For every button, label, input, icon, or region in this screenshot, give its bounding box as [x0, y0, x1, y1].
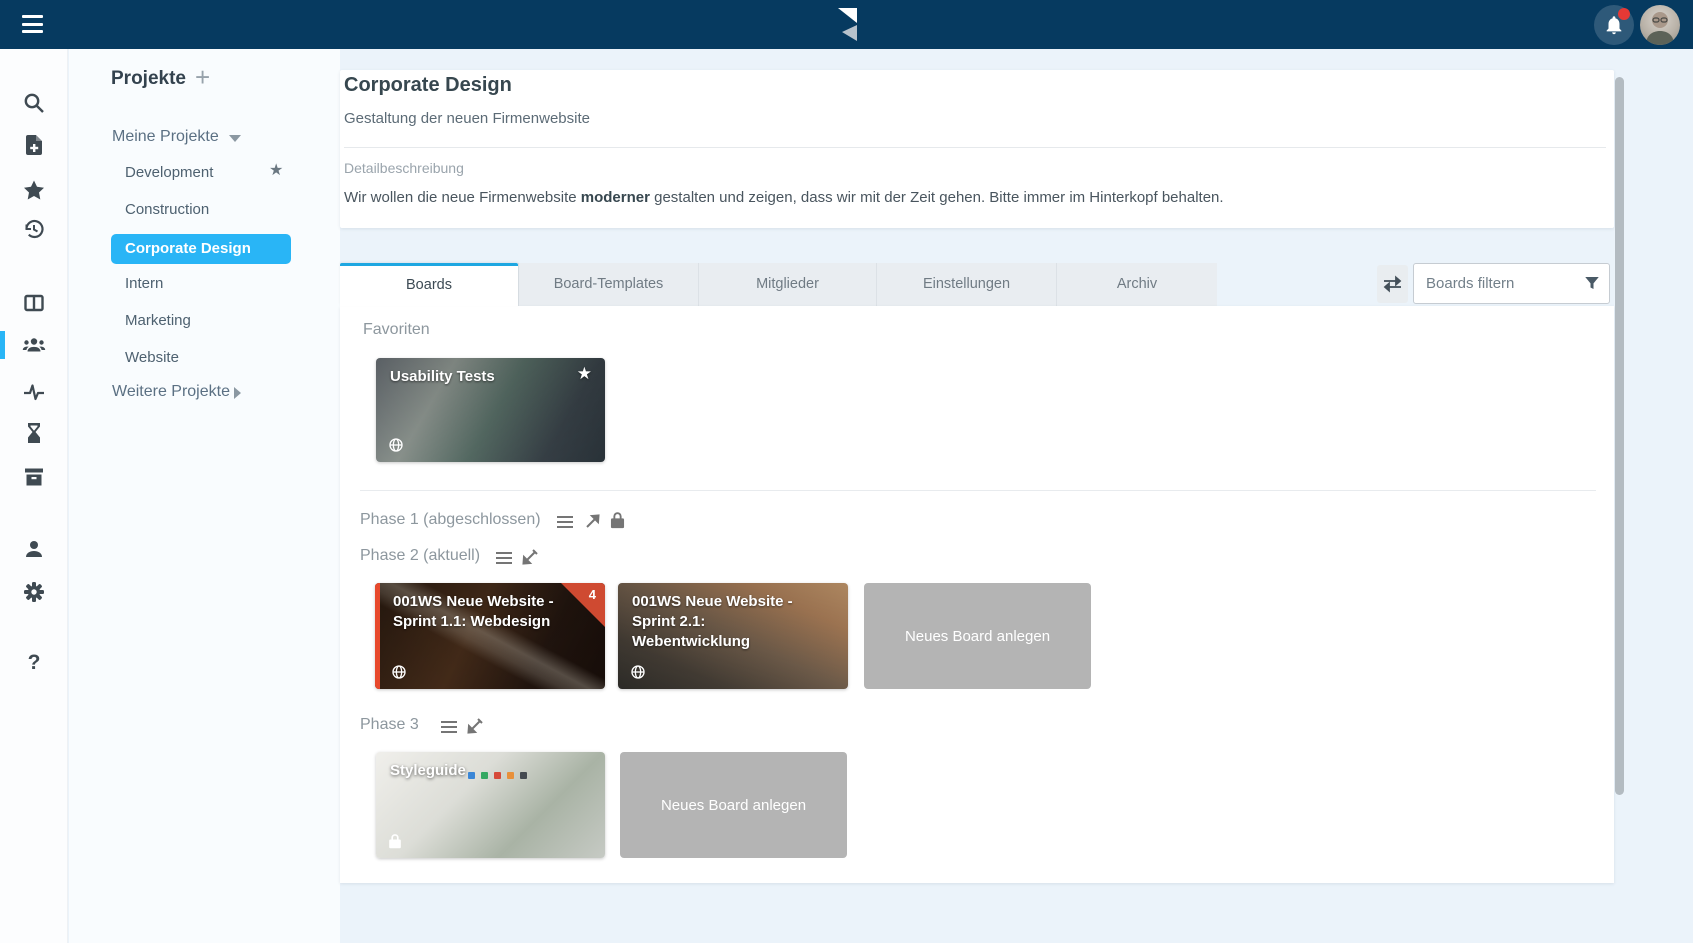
page-title: Corporate Design [344, 74, 512, 97]
tab-einstellungen[interactable]: Einstellungen [876, 263, 1056, 306]
tune-icon [1383, 275, 1402, 293]
chevron-right-icon [234, 387, 241, 399]
page-subtitle: Gestaltung der neuen Firmenwebsite [344, 110, 590, 127]
add-project-button[interactable]: + [195, 64, 210, 90]
sidebar-item-website[interactable]: Website [125, 349, 179, 366]
filter-settings-button[interactable] [1377, 265, 1408, 303]
app-logo-icon [835, 6, 859, 43]
notifications-button[interactable] [1594, 5, 1634, 45]
menu-icon[interactable] [22, 15, 43, 33]
sidebar-group-meine-projekte[interactable]: Meine Projekte [112, 128, 219, 146]
project-favorite-star-icon[interactable]: ★ [269, 160, 283, 180]
sidebar-item-marketing[interactable]: Marketing [125, 312, 191, 329]
board-card-title: Styleguide [390, 761, 591, 781]
settings-gear-icon[interactable] [22, 580, 46, 604]
board-columns-icon[interactable] [22, 291, 46, 315]
card-color-stripe [375, 583, 380, 689]
detail-description-label: Detailbeschreibung [344, 160, 464, 176]
top-bar [0, 0, 1693, 49]
notification-dot [1618, 8, 1630, 20]
profile-icon[interactable] [22, 537, 46, 561]
hourglass-icon[interactable] [22, 421, 46, 445]
phase3-collapse-icon[interactable] [466, 718, 483, 735]
phase1-menu-icon[interactable] [556, 514, 574, 530]
tab-board-templates[interactable]: Board-Templates [518, 263, 698, 306]
header-divider [344, 147, 1606, 148]
favorites-star-icon[interactable] [22, 178, 46, 202]
boards-filter-input[interactable] [1413, 263, 1610, 304]
history-icon[interactable] [22, 217, 46, 241]
public-globe-icon [391, 664, 407, 680]
tab-archiv[interactable]: Archiv [1056, 263, 1217, 306]
filter-funnel-icon[interactable] [1583, 274, 1601, 292]
new-board-button-phase3[interactable]: Neues Board anlegen [620, 752, 847, 858]
card-badge-count: 4 [589, 587, 596, 602]
new-board-label: Neues Board anlegen [905, 628, 1050, 645]
sidebar-item-corporate-design[interactable]: Corporate Design [111, 234, 291, 264]
sidebar-item-construction[interactable]: Construction [125, 201, 209, 218]
board-card-usability-tests[interactable]: Usability Tests ★ [376, 358, 605, 462]
phase2-collapse-icon[interactable] [521, 549, 538, 566]
avatar-photo [1640, 5, 1680, 45]
archive-icon[interactable] [22, 465, 46, 489]
board-card-title: Usability Tests [390, 367, 591, 387]
favorite-star-icon[interactable]: ★ [577, 364, 592, 384]
boards-filter-field [1413, 263, 1610, 304]
section-phase3-label: Phase 3 [360, 716, 419, 734]
sidebar-heading: Projekte [111, 68, 186, 90]
vertical-scrollbar[interactable] [1615, 77, 1624, 795]
new-board-label: Neues Board anlegen [661, 797, 806, 814]
rail-active-indicator [0, 331, 5, 359]
description-bold: moderner [581, 189, 650, 206]
team-members-icon[interactable] [22, 333, 46, 357]
board-card-title: 001WS Neue Website - Sprint 2.1: Webentw… [632, 592, 793, 652]
project-sidebar [69, 49, 340, 943]
sidebar-item-development[interactable]: Development [125, 164, 213, 181]
description-part: gestalten und zeigen, dass wir mit der Z… [650, 189, 1224, 206]
public-globe-icon [388, 437, 404, 453]
sidebar-item-label: Corporate Design [111, 234, 291, 264]
tab-mitglieder[interactable]: Mitglieder [698, 263, 876, 306]
tab-boards[interactable]: Boards [340, 263, 518, 306]
user-avatar[interactable] [1640, 5, 1680, 45]
board-card-sprint-2-1[interactable]: 001WS Neue Website - Sprint 2.1: Webentw… [618, 583, 848, 689]
public-globe-icon [630, 664, 646, 680]
phase2-menu-icon[interactable] [495, 550, 513, 566]
new-board-button-phase2[interactable]: Neues Board anlegen [864, 583, 1091, 689]
help-icon[interactable]: ? [22, 651, 46, 675]
section-phase1-label: Phase 1 (abgeschlossen) [360, 511, 541, 529]
phase1-lock-icon [610, 511, 625, 529]
note-add-icon[interactable] [22, 133, 46, 157]
private-lock-icon [388, 833, 402, 849]
board-card-sprint-1-1[interactable]: 001WS Neue Website - Sprint 1.1: Webdesi… [375, 583, 605, 689]
section-phase2-label: Phase 2 (aktuell) [360, 547, 480, 565]
activity-pulse-icon[interactable] [22, 380, 46, 404]
section-divider [360, 490, 1596, 491]
card-corner-badge [561, 583, 605, 627]
board-card-styleguide[interactable]: Styleguide [376, 752, 605, 858]
section-favoriten-label: Favoriten [363, 321, 430, 339]
detail-description-text: Wir wollen die neue Firmenwebsite modern… [344, 189, 1224, 206]
chevron-down-icon [229, 135, 241, 142]
phase1-expand-icon[interactable] [584, 513, 601, 530]
description-part: Wir wollen die neue Firmenwebsite [344, 189, 581, 206]
sidebar-group-weitere-projekte[interactable]: Weitere Projekte [112, 383, 230, 401]
phase3-menu-icon[interactable] [440, 719, 458, 735]
search-icon[interactable] [22, 91, 46, 115]
sidebar-item-intern[interactable]: Intern [125, 275, 163, 292]
